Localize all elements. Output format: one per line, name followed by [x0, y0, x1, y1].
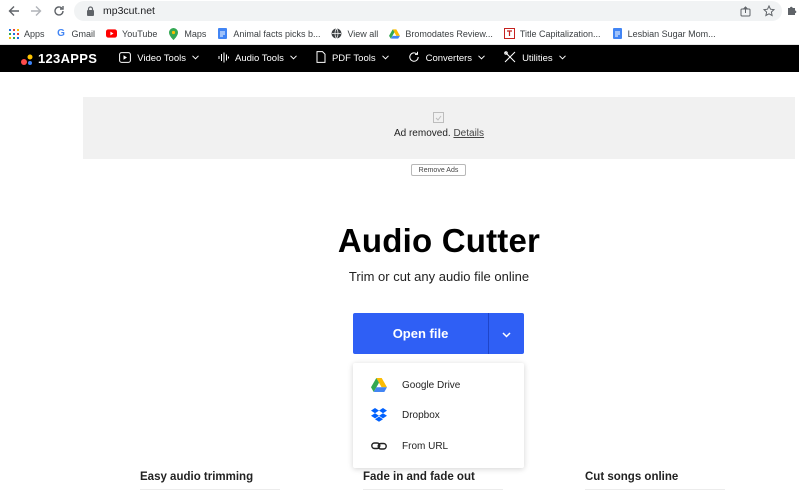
- chevron-down-icon: [290, 55, 297, 62]
- feature-heading: Cut songs online: [585, 471, 679, 483]
- google-drive-icon: [371, 377, 387, 393]
- page-title: Audio Cutter: [337, 222, 541, 259]
- refresh-icon: [408, 51, 420, 66]
- logo-dots-icon: [21, 54, 33, 65]
- google-icon: G: [57, 28, 65, 39]
- link-icon: [371, 438, 387, 454]
- menu-label: PDF Tools: [331, 53, 376, 64]
- bookmark-bromodates[interactable]: Bromodates Review...: [389, 28, 493, 39]
- feature-divider: [363, 489, 503, 490]
- bookmark-label: Maps: [184, 28, 207, 39]
- forward-arrow-icon[interactable]: [25, 0, 47, 22]
- drive-icon: [389, 28, 401, 39]
- menu-item-label: From URL: [402, 440, 449, 452]
- menu-label: Utilities: [522, 53, 553, 64]
- menu-utilities[interactable]: Utilities: [504, 51, 566, 66]
- ad-message: Ad removed. Details: [83, 128, 795, 139]
- youtube-icon: [106, 28, 118, 39]
- waveform-icon: [218, 52, 229, 66]
- menu-dropbox[interactable]: Dropbox: [353, 400, 524, 430]
- ad-removed-text: Ad removed.: [393, 128, 451, 139]
- feature-heading: Fade in and fade out: [363, 471, 475, 483]
- browser-toolbar: mp3cut.net: [0, 0, 799, 22]
- feature-divider: [585, 489, 725, 490]
- open-file-button[interactable]: Open file: [353, 313, 488, 354]
- bookmark-label: Lesbian Sugar Mom...: [627, 28, 716, 39]
- open-file-group: Open file: [353, 313, 524, 354]
- menu-label: Video Tools: [137, 53, 186, 64]
- menu-pdf-tools[interactable]: PDF Tools: [316, 51, 389, 66]
- menu-converters[interactable]: Converters: [408, 51, 485, 66]
- feature-heading: Easy audio trimming: [140, 471, 254, 483]
- bookmark-view-all[interactable]: View all: [331, 28, 378, 39]
- open-file-dropdown-button[interactable]: [488, 313, 524, 354]
- menu-audio-tools[interactable]: Audio Tools: [218, 52, 297, 66]
- apps-grid-icon: [8, 28, 19, 39]
- chevron-down-icon: [192, 55, 199, 62]
- site-menu: Video Tools Audio Tools PDF Tools Conver…: [119, 51, 566, 66]
- back-arrow-icon[interactable]: [3, 0, 25, 22]
- chevron-down-icon: [381, 55, 389, 62]
- menu-label: Converters: [425, 53, 473, 64]
- menu-label: Audio Tools: [234, 53, 284, 64]
- chevron-down-icon: [478, 55, 485, 62]
- bookmark-apps[interactable]: Apps: [8, 28, 45, 39]
- site-navbar: 123APPS Video Tools Audio Tools PDF Tool…: [0, 45, 799, 72]
- globe-icon: [331, 28, 342, 39]
- lock-icon: [84, 5, 96, 17]
- ad-removed-icon: [433, 110, 444, 123]
- extensions-puzzle-icon[interactable]: [786, 4, 798, 18]
- bookmark-youtube[interactable]: YouTube: [106, 28, 157, 39]
- address-bar[interactable]: mp3cut.net: [74, 1, 782, 21]
- tools-icon: [504, 51, 516, 66]
- docs-icon: [217, 28, 228, 39]
- menu-video-tools[interactable]: Video Tools: [119, 51, 199, 66]
- open-file-menu: Google Drive Dropbox From URL: [353, 363, 524, 468]
- bookmark-animal-facts[interactable]: Animal facts picks b...: [217, 28, 320, 39]
- bookmark-label: Animal facts picks b...: [233, 28, 321, 39]
- maps-icon: [168, 27, 179, 40]
- video-icon: [119, 51, 132, 66]
- bookmark-lesbian-sugar[interactable]: Lesbian Sugar Mom...: [612, 28, 716, 39]
- bookmark-label: Gmail: [71, 28, 96, 39]
- bookmark-label: View all: [347, 28, 379, 39]
- bookmark-label: Apps: [24, 28, 45, 39]
- ad-banner: Ad removed. Details: [83, 97, 795, 159]
- bookmarks-bar: Apps G Gmail YouTube Maps Animal facts p…: [0, 23, 799, 45]
- page-subtitle: Trim or cut any audio file online: [348, 269, 530, 284]
- bookmark-label: Bromodates Review...: [405, 28, 493, 39]
- bookmark-gmail[interactable]: G Gmail: [56, 28, 96, 39]
- document-icon: [316, 51, 326, 66]
- logo-text: 123APPS: [38, 51, 98, 66]
- share-icon[interactable]: [738, 4, 752, 18]
- ad-details-link[interactable]: Details: [453, 128, 484, 139]
- menu-from-url[interactable]: From URL: [353, 431, 524, 461]
- title-icon: [503, 28, 515, 39]
- url-text[interactable]: mp3cut.net: [103, 5, 155, 17]
- chevron-down-icon: [502, 325, 511, 343]
- feature-divider: [140, 489, 280, 490]
- site-logo[interactable]: 123APPS: [20, 51, 97, 66]
- star-icon[interactable]: [762, 4, 776, 18]
- bookmark-maps[interactable]: Maps: [168, 27, 207, 40]
- menu-google-drive[interactable]: Google Drive: [353, 370, 524, 400]
- bookmark-label: Title Capitalization...: [519, 28, 601, 39]
- bookmark-label: YouTube: [122, 28, 158, 39]
- menu-item-label: Dropbox: [402, 409, 440, 421]
- remove-ads-button[interactable]: Remove Ads: [411, 164, 466, 176]
- reload-icon[interactable]: [48, 0, 70, 22]
- docs-icon: [612, 28, 623, 39]
- bookmark-title-capitalization[interactable]: Title Capitalization...: [503, 28, 601, 39]
- dropbox-icon: [371, 407, 387, 423]
- chevron-down-icon: [558, 55, 566, 62]
- menu-item-label: Google Drive: [402, 379, 461, 391]
